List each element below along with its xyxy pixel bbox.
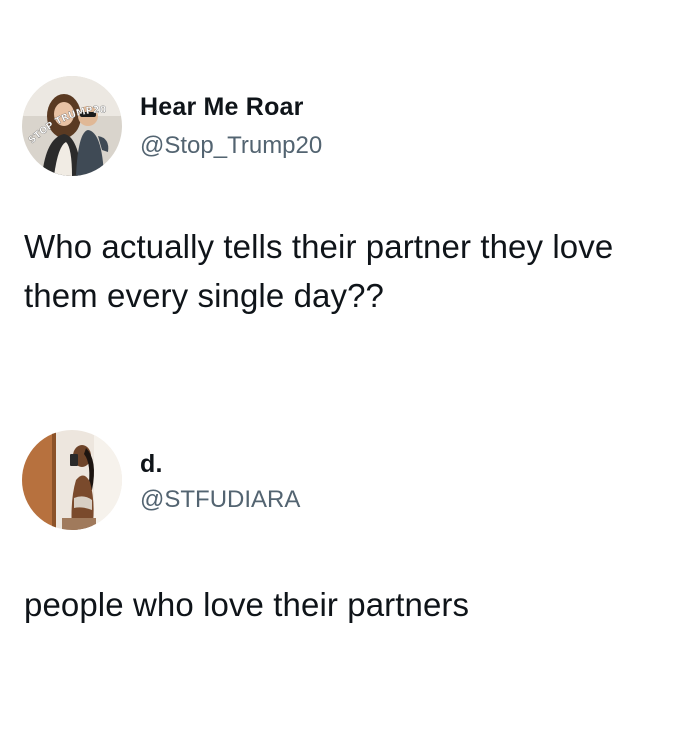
avatar-hear-me-roar[interactable]: STOP TRUMP20: [22, 76, 122, 176]
profile-photo-icon: [22, 430, 122, 530]
user-handle[interactable]: @Stop_Trump20: [140, 132, 322, 160]
tweet-original[interactable]: STOP TRUMP20 Hear Me Roar @Stop_Trump20 …: [0, 0, 700, 380]
avatar-d[interactable]: [22, 430, 122, 530]
display-name[interactable]: d.: [140, 450, 163, 479]
tweet-text: Who actually tells their partner they lo…: [24, 228, 614, 314]
user-handle[interactable]: @STFUDIARA: [140, 486, 300, 514]
tweet-reply[interactable]: d. @STFUDIARA people who love their part…: [0, 380, 700, 736]
tweet-text: people who love their partners: [24, 586, 470, 623]
profile-photo-icon: STOP TRUMP20: [22, 76, 122, 176]
display-name[interactable]: Hear Me Roar: [140, 93, 304, 122]
